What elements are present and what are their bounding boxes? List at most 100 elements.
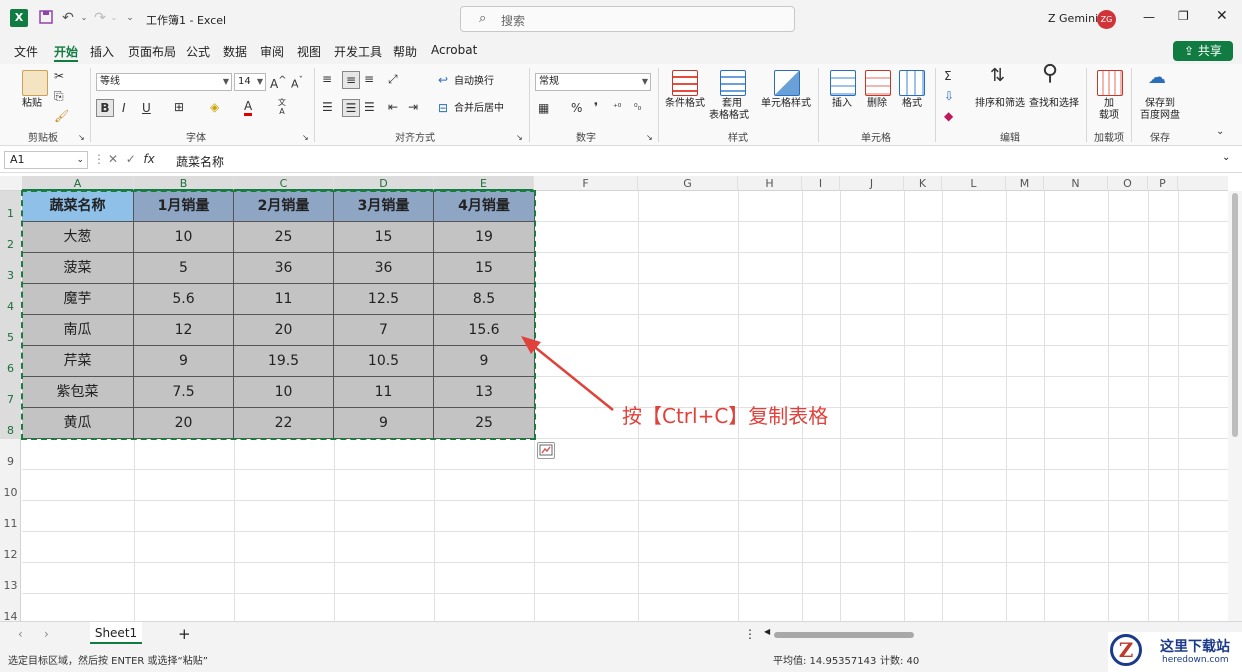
table-cell[interactable]: 12 (134, 315, 234, 346)
orientation-icon[interactable]: ⤢ (388, 71, 398, 87)
name-box[interactable]: A1 ⌄ (4, 151, 88, 169)
align-left-icon[interactable]: ☰ (322, 99, 333, 115)
table-cell[interactable]: 11 (334, 377, 434, 408)
italic-button[interactable]: I (122, 100, 126, 116)
increase-font-icon[interactable]: A^ (270, 73, 287, 92)
table-cell[interactable]: 芹菜 (22, 346, 134, 377)
table-cell[interactable]: 10 (134, 222, 234, 253)
fill-color-icon[interactable]: ◈ (210, 99, 219, 115)
table-cell[interactable]: 19.5 (234, 346, 334, 377)
sheet-tab-sheet1[interactable]: Sheet1 (90, 622, 142, 644)
align-right-icon[interactable]: ☰ (364, 99, 375, 115)
enter-icon[interactable]: ✓ (126, 152, 136, 166)
table-cell[interactable]: 魔芋 (22, 284, 134, 315)
close-icon[interactable]: ✕ (1216, 8, 1228, 24)
table-header-cell[interactable]: 3月销量 (334, 191, 434, 222)
merge-center-button[interactable]: 合并后居中 (454, 103, 504, 115)
format-as-table-line1[interactable]: 套用 (722, 98, 742, 110)
clear-icon[interactable]: ◆ (944, 108, 953, 124)
formula-input[interactable]: 蔬菜名称 (176, 153, 224, 170)
insert-cells-button[interactable]: 插入 (832, 98, 852, 110)
table-cell[interactable]: 7.5 (134, 377, 234, 408)
wrap-text-icon[interactable]: ↩ (438, 72, 448, 88)
cell-styles-button[interactable]: 单元格样式 (761, 98, 811, 110)
table-header-cell[interactable]: 2月销量 (234, 191, 334, 222)
column-header[interactable]: L (942, 176, 1006, 191)
row-header[interactable]: 12 (0, 532, 21, 563)
column-header[interactable]: G (638, 176, 738, 191)
sort-filter-button[interactable]: 排序和筛选 (975, 98, 1025, 110)
underline-button[interactable]: U (142, 100, 151, 116)
font-color-icon[interactable]: A (244, 99, 253, 116)
redo-dropdown-icon[interactable]: ⌄ (106, 10, 122, 26)
row-header[interactable]: 8 (0, 408, 21, 439)
tab-developer[interactable]: 开发工具 (334, 43, 382, 60)
row-header[interactable]: 11 (0, 501, 21, 532)
next-sheet-icon[interactable]: › (44, 627, 49, 641)
table-cell[interactable]: 12.5 (334, 284, 434, 315)
column-header[interactable]: M (1006, 176, 1044, 191)
minimize-icon[interactable]: — (1143, 10, 1155, 24)
increase-decimal-icon[interactable]: ⁺⁰ (613, 100, 621, 116)
tab-home[interactable]: 开始 (54, 43, 78, 60)
row-header[interactable]: 1 (0, 191, 21, 222)
accounting-format-icon[interactable]: ▦ (538, 100, 549, 116)
number-launcher-icon[interactable]: ↘ (646, 130, 653, 146)
table-cell[interactable]: 紫包菜 (22, 377, 134, 408)
save-icon[interactable] (38, 10, 54, 26)
table-header-cell[interactable]: 1月销量 (134, 191, 234, 222)
alignment-launcher-icon[interactable]: ↘ (516, 130, 523, 146)
insert-cells-icon[interactable] (830, 70, 856, 96)
table-cell[interactable]: 7 (334, 315, 434, 346)
comma-button[interactable]: ❜ (594, 99, 598, 115)
format-cells-button[interactable]: 格式 (902, 98, 922, 110)
addins-icon[interactable] (1097, 70, 1123, 96)
table-cell[interactable]: 19 (434, 222, 535, 253)
font-name-select[interactable]: 等线 ▼ (96, 73, 232, 91)
column-header[interactable]: I (802, 176, 840, 191)
wrap-text-button[interactable]: 自动换行 (454, 76, 494, 88)
tab-page-layout[interactable]: 页面布局 (128, 43, 176, 60)
decrease-indent-icon[interactable]: ⇤ (388, 99, 398, 115)
restore-icon[interactable]: ❐ (1178, 9, 1189, 23)
table-cell[interactable]: 36 (234, 253, 334, 284)
undo-icon[interactable]: ↶ (60, 10, 76, 26)
delete-cells-icon[interactable] (865, 70, 891, 96)
format-cells-icon[interactable] (899, 70, 925, 96)
tab-insert[interactable]: 插入 (90, 43, 114, 60)
table-header-cell[interactable]: 蔬菜名称 (22, 191, 134, 222)
cancel-icon[interactable]: ✕ (108, 152, 118, 166)
percent-button[interactable]: % (571, 100, 582, 116)
more-icon[interactable]: ⋮ (93, 152, 105, 166)
fill-icon[interactable]: ⇩ (944, 88, 954, 104)
search-box[interactable]: ⌕ 搜索 (460, 6, 795, 32)
table-cell[interactable]: 5.6 (134, 284, 234, 315)
font-launcher-icon[interactable]: ↘ (302, 130, 309, 146)
row-header[interactable]: 9 (0, 439, 21, 470)
table-cell[interactable]: 15 (434, 253, 535, 284)
increase-indent-icon[interactable]: ⇥ (408, 99, 418, 115)
tab-formulas[interactable]: 公式 (186, 43, 210, 60)
column-header[interactable]: P (1148, 176, 1178, 191)
table-cell[interactable]: 20 (234, 315, 334, 346)
tab-split-icon[interactable]: ⋮ (744, 627, 756, 641)
prev-sheet-icon[interactable]: ‹ (18, 627, 23, 641)
addins-line1[interactable]: 加 (1104, 98, 1114, 110)
tab-review[interactable]: 审阅 (260, 43, 284, 60)
align-middle-icon[interactable]: ≡ (342, 71, 360, 89)
table-cell[interactable]: 大葱 (22, 222, 134, 253)
conditional-format-icon[interactable] (672, 70, 698, 96)
save-cloud-line1[interactable]: 保存到 (1145, 98, 1175, 110)
find-select-icon[interactable]: ⚲ (1042, 63, 1058, 85)
table-cell[interactable]: 9 (134, 346, 234, 377)
tab-view[interactable]: 视图 (297, 43, 321, 60)
format-as-table-line2[interactable]: 表格格式 (709, 110, 749, 122)
vertical-scroll-thumb[interactable] (1232, 193, 1238, 437)
customize-qat-icon[interactable]: ⌄ (122, 10, 138, 26)
table-cell[interactable]: 15 (334, 222, 434, 253)
row-header[interactable]: 2 (0, 222, 21, 253)
table-cell[interactable]: 20 (134, 408, 234, 439)
decrease-font-icon[interactable]: Aˇ (291, 73, 303, 93)
column-header[interactable]: K (904, 176, 942, 191)
bold-button[interactable]: B (96, 99, 114, 117)
